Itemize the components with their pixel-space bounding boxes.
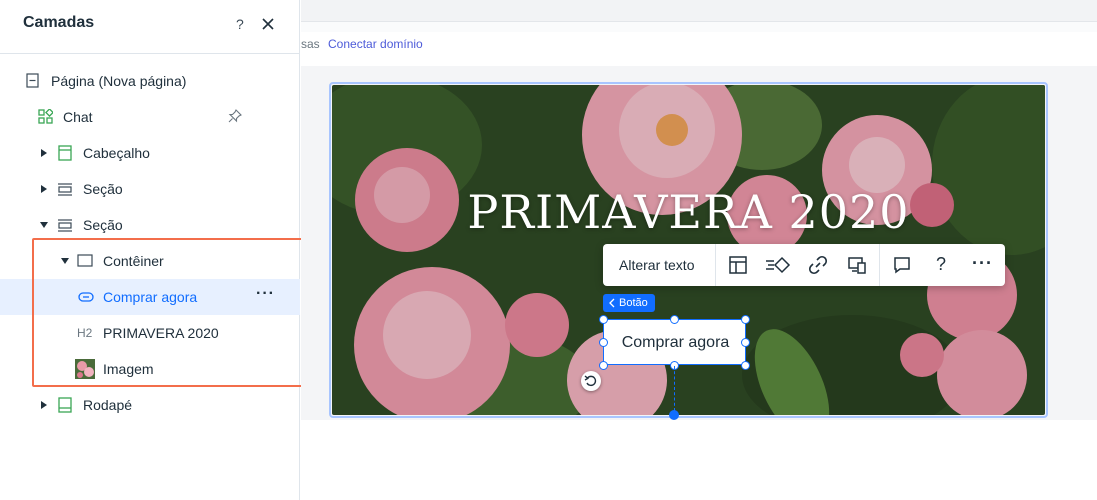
editor-strip bbox=[301, 22, 1097, 32]
editor-top-bar bbox=[301, 0, 1097, 22]
toolbar-divider bbox=[715, 244, 716, 286]
layers-panel: Camadas ? Página (Nova página) Chat Cabe… bbox=[0, 0, 300, 500]
toolbar-divider bbox=[879, 244, 880, 286]
selected-button[interactable]: Comprar agora bbox=[603, 319, 746, 365]
layer-page[interactable]: Página (Nova página) bbox=[0, 63, 300, 99]
layer-label: Página (Nova página) bbox=[51, 73, 187, 89]
help-button[interactable]: ? bbox=[236, 16, 244, 32]
resize-handle-w[interactable] bbox=[599, 338, 608, 347]
comment-icon[interactable] bbox=[892, 255, 912, 275]
close-icon[interactable] bbox=[259, 15, 277, 33]
layer-section-2[interactable]: Seção bbox=[0, 207, 300, 243]
drag-guide-line bbox=[674, 366, 675, 411]
mobile-desktop-icon[interactable] bbox=[847, 255, 867, 275]
url-prefix: sas bbox=[301, 37, 320, 51]
layout-icon[interactable] bbox=[728, 255, 748, 275]
layer-label: Chat bbox=[63, 109, 93, 125]
layer-button-selected[interactable]: Comprar agora ··· bbox=[0, 279, 300, 315]
layer-label: Seção bbox=[83, 181, 123, 197]
resize-handle-ne[interactable] bbox=[741, 315, 750, 324]
panel-title: Camadas bbox=[23, 14, 95, 31]
resize-handle-sw[interactable] bbox=[599, 361, 608, 370]
rotate-handle[interactable] bbox=[581, 371, 601, 391]
resize-handle-e[interactable] bbox=[741, 338, 750, 347]
collapse-caret-icon[interactable] bbox=[61, 258, 69, 264]
more-options-icon[interactable]: ··· bbox=[256, 285, 275, 303]
button-label: Comprar agora bbox=[621, 334, 730, 351]
chevron-left-icon bbox=[609, 298, 615, 308]
rotate-icon bbox=[584, 375, 597, 387]
expand-caret-icon[interactable] bbox=[41, 185, 47, 193]
page-icon bbox=[26, 73, 39, 88]
layer-label: Comprar agora bbox=[103, 289, 198, 305]
header-icon bbox=[58, 145, 72, 161]
expand-caret-icon[interactable] bbox=[41, 149, 47, 157]
layer-section-1[interactable]: Seção bbox=[0, 171, 300, 207]
section-icon bbox=[58, 183, 72, 196]
tag-label: Botão bbox=[619, 297, 648, 309]
heading-h2-icon: H2 bbox=[77, 326, 93, 340]
layer-label: Seção bbox=[83, 217, 123, 233]
button-icon bbox=[78, 292, 94, 302]
link-icon[interactable] bbox=[808, 255, 828, 275]
layer-label: Cabeçalho bbox=[83, 145, 150, 161]
hero-title[interactable]: PRIMAVERA 2020 bbox=[332, 185, 1045, 239]
change-text-button[interactable]: Alterar texto bbox=[619, 257, 694, 273]
layer-chat[interactable]: Chat bbox=[0, 99, 300, 135]
footer-icon bbox=[58, 397, 72, 413]
section-icon bbox=[58, 219, 72, 232]
url-bar: sas Conectar domínio bbox=[301, 32, 1097, 58]
help-icon[interactable]: ? bbox=[936, 254, 946, 275]
more-icon[interactable]: ··· bbox=[972, 253, 993, 274]
resize-handle-nw[interactable] bbox=[599, 315, 608, 324]
animation-icon[interactable] bbox=[765, 255, 791, 275]
layer-label: Imagem bbox=[103, 361, 154, 377]
layer-image[interactable]: Imagem bbox=[0, 351, 300, 387]
layer-header[interactable]: Cabeçalho bbox=[0, 135, 300, 171]
apps-icon bbox=[38, 109, 53, 124]
element-toolbar: Alterar texto ? ··· bbox=[603, 244, 1005, 286]
resize-handle-n[interactable] bbox=[670, 315, 679, 324]
connect-domain-link[interactable]: Conectar domínio bbox=[328, 37, 423, 51]
expand-caret-icon[interactable] bbox=[41, 401, 47, 409]
element-type-tag[interactable]: Botão bbox=[603, 294, 655, 312]
layer-label: PRIMAVERA 2020 bbox=[103, 325, 219, 341]
layer-container[interactable]: Contêiner bbox=[0, 243, 300, 279]
layer-label: Rodapé bbox=[83, 397, 133, 413]
canvas-below bbox=[301, 420, 1097, 500]
layer-label: Contêiner bbox=[103, 253, 164, 269]
image-thumbnail-icon bbox=[75, 359, 95, 379]
stretch-handle[interactable] bbox=[669, 410, 679, 420]
pin-icon[interactable] bbox=[227, 108, 243, 124]
layer-footer[interactable]: Rodapé bbox=[0, 387, 300, 423]
layer-heading[interactable]: H2 PRIMAVERA 2020 bbox=[0, 315, 300, 351]
container-icon bbox=[77, 254, 93, 267]
resize-handle-se[interactable] bbox=[741, 361, 750, 370]
collapse-caret-icon[interactable] bbox=[40, 222, 48, 228]
panel-header: Camadas ? bbox=[0, 0, 300, 54]
